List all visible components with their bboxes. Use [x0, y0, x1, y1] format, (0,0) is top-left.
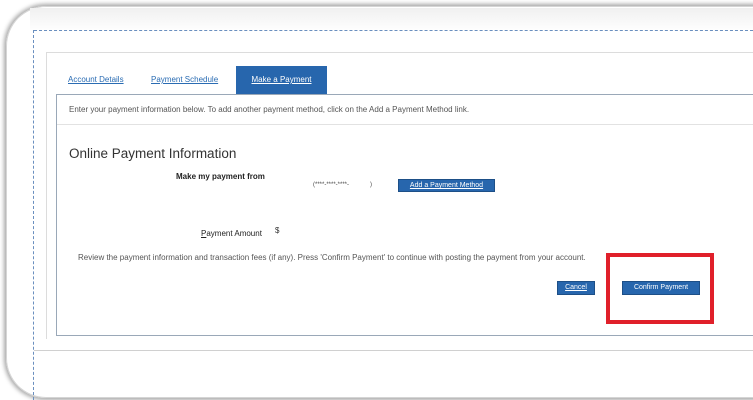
- dashed-border-top: [34, 30, 753, 31]
- dashed-border-left: [33, 30, 34, 400]
- payment-amount-label-rest: ayment Amount: [206, 229, 262, 238]
- payment-amount-label: Payment Amount: [201, 229, 262, 238]
- section-title: Online Payment Information: [69, 146, 237, 161]
- frame-top-shine: [30, 8, 753, 32]
- confirm-highlight-box: [606, 253, 714, 324]
- intro-divider: [57, 124, 753, 125]
- cancel-button[interactable]: Cancel: [557, 281, 595, 295]
- masked-account-close: ): [370, 182, 372, 188]
- page-bottom-divider: [34, 350, 753, 351]
- add-payment-method-button[interactable]: Add a Payment Method: [398, 179, 495, 192]
- tab-account-details[interactable]: Account Details: [68, 66, 124, 94]
- tab-make-a-payment[interactable]: Make a Payment: [236, 66, 327, 94]
- review-text: Review the payment information and trans…: [78, 253, 586, 262]
- currency-symbol: $: [275, 226, 280, 235]
- payment-from-label: Make my payment from: [176, 172, 265, 181]
- masked-account-number: (****-****-****-: [313, 182, 350, 188]
- tab-payment-schedule[interactable]: Payment Schedule: [151, 66, 218, 94]
- intro-text: Enter your payment information below. To…: [69, 105, 470, 114]
